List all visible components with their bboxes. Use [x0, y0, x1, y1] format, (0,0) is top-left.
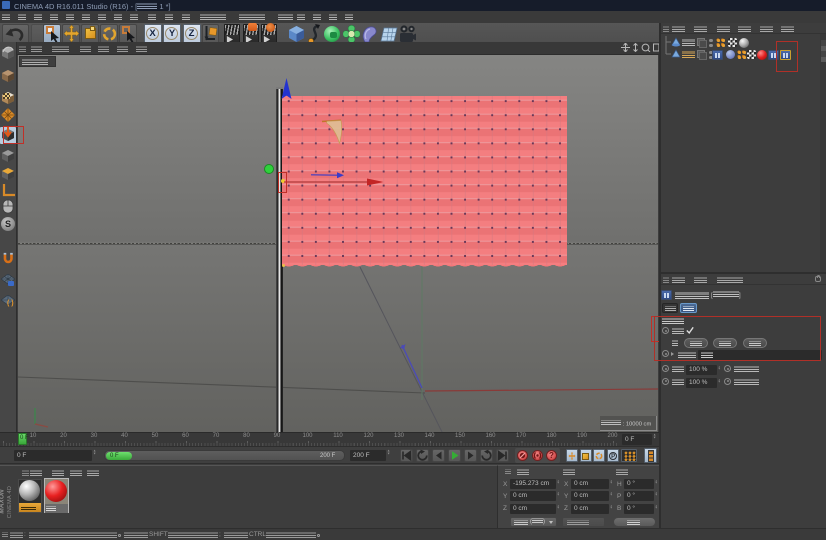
svg-text:?: ? [549, 451, 554, 460]
